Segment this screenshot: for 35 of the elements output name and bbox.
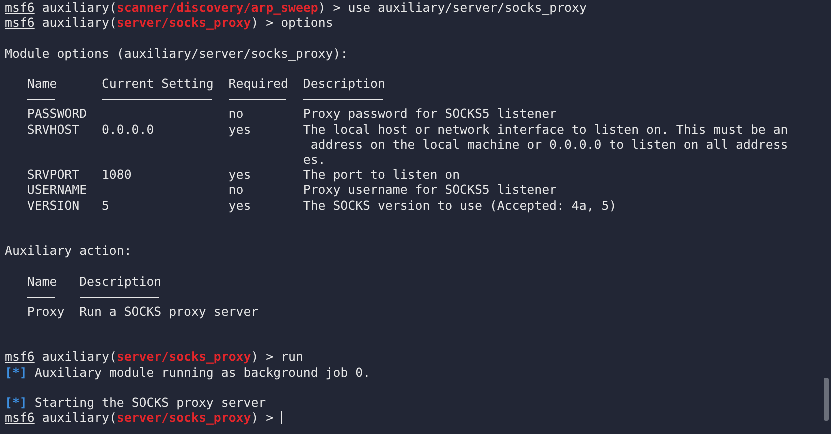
- table-cell: 5: [102, 198, 110, 213]
- output-text: Auxiliary action:: [5, 243, 132, 258]
- table-cell: 1080: [102, 167, 132, 182]
- table-cell: The local host or network interface to listen on. This must be an address on the local machine or 0.0.0.0 to listen on all address es.: [303, 122, 788, 167]
- column-header: Name: [27, 274, 58, 289]
- table-cell: The port to listen on: [303, 167, 460, 182]
- table-cell: Proxy password for SOCKS5 listener: [303, 106, 558, 122]
- status-message: [*] Starting the SOCKS proxy server: [5, 395, 266, 410]
- column-header: Required: [228, 76, 288, 92]
- column-header: Name: [27, 76, 58, 92]
- table-cell: yes: [228, 167, 252, 182]
- column-header: Current Setting: [102, 76, 214, 92]
- table-cell: no: [228, 106, 244, 122]
- table-cell: PASSWORD: [27, 106, 88, 122]
- status-message: [*] Auxiliary module running as background job 0.: [5, 364, 371, 380]
- scrollbar-thumb[interactable]: [824, 378, 829, 421]
- table-cell: SRVHOST: [27, 122, 80, 137]
- table-cell: VERSION: [27, 198, 80, 213]
- table-cell: USERNAME: [27, 182, 88, 198]
- table-cell: no: [228, 182, 244, 198]
- table-cell: Run a SOCKS proxy server: [80, 304, 259, 319]
- command-line: msf6 auxiliary(scanner/discovery/arp_sweep) > use auxiliary/server/socks_proxy: [5, 0, 587, 16]
- table-cell: The SOCKS version to use (Accepted: 4a, 5): [303, 198, 617, 213]
- command-line: msf6 auxiliary(server/socks_proxy) > options: [5, 15, 334, 30]
- table-cell: yes: [228, 198, 252, 213]
- command-line: msf6 auxiliary(server/socks_proxy) >: [5, 410, 282, 426]
- table-cell: SRVPORT: [27, 167, 80, 182]
- table-cell: Proxy: [27, 304, 65, 319]
- column-header: Description: [80, 274, 162, 289]
- table-cell: 0.0.0.0: [102, 122, 154, 137]
- table-cell: yes: [228, 122, 252, 137]
- column-header: Description: [303, 76, 386, 92]
- command-line: msf6 auxiliary(server/socks_proxy) > run: [5, 349, 304, 365]
- output-text: Module options (auxiliary/server/socks_proxy):: [5, 46, 348, 61]
- table-cell: Proxy username for SOCKS5 listener: [303, 182, 558, 198]
